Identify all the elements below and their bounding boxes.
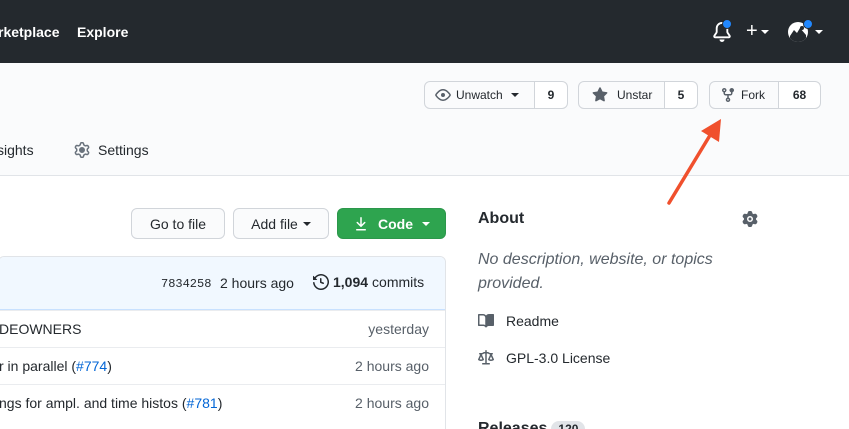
tab-insights[interactable]: sights — [0, 142, 34, 158]
file-commit-time[interactable]: 2 hours ago — [355, 395, 429, 411]
releases-heading[interactable]: Releases 120 — [478, 420, 586, 429]
commits-label: commits — [372, 274, 425, 290]
file-row[interactable]: r in parallel (#774) 2 hours ago — [0, 347, 445, 384]
watch-button-group: Unwatch 9 — [424, 81, 568, 109]
license-label: GPL-3.0 License — [506, 350, 611, 366]
tab-settings[interactable]: Settings — [74, 142, 149, 158]
chevron-down-icon — [510, 93, 519, 97]
releases-label: Releases — [478, 420, 548, 429]
history-icon — [313, 274, 329, 290]
book-icon — [478, 313, 494, 328]
annotation-arrow-icon — [667, 119, 721, 205]
fork-button-group: Fork 68 — [709, 81, 821, 109]
star-icon — [592, 87, 608, 102]
plus-icon: + — [746, 20, 758, 42]
nav-marketplace[interactable]: rketplace — [0, 24, 59, 40]
file-name[interactable]: DEOWNERS — [0, 321, 81, 337]
eye-icon — [435, 89, 451, 101]
code-label: Code — [378, 215, 413, 232]
about-heading: About — [478, 210, 525, 227]
about-description: No description, website, or topics provi… — [478, 251, 713, 292]
stargazers-count[interactable]: 5 — [665, 81, 698, 109]
global-header: rketplace Explore + — [0, 0, 849, 63]
pull-request-link[interactable]: #781 — [187, 395, 218, 411]
gear-icon — [74, 142, 90, 158]
commit-message-text: ngs for ampl. and time histos ( — [0, 395, 187, 411]
chevron-down-icon — [760, 29, 769, 34]
file-commit-message[interactable]: ngs for ampl. and time histos (#781) — [0, 395, 222, 411]
commit-message-suffix: ) — [107, 358, 112, 374]
commit-sha[interactable]: 7834258 — [161, 277, 211, 291]
readme-label: Readme — [506, 313, 559, 329]
file-commit-time[interactable]: yesterday — [368, 321, 429, 337]
repo-forked-icon — [722, 88, 734, 103]
file-list: 7834258 2 hours ago 1,094 commits DEOWNE… — [0, 256, 446, 429]
latest-commit-bar: 7834258 2 hours ago 1,094 commits — [0, 257, 445, 310]
unstar-label: Unstar — [617, 88, 653, 102]
commit-message-text: r in parallel ( — [0, 358, 77, 374]
edit-about-gear-icon[interactable] — [742, 211, 758, 230]
nav-explore[interactable]: Explore — [77, 24, 128, 40]
releases-count-badge: 120 — [551, 421, 586, 429]
code-button[interactable]: Code — [337, 208, 446, 239]
law-icon — [478, 350, 494, 365]
fork-button[interactable]: Fork — [709, 81, 779, 109]
add-file-label: Add file — [251, 215, 298, 232]
file-row[interactable]: ngs for ampl. and time histos (#781) 2 h… — [0, 384, 445, 421]
readme-link[interactable]: Readme — [478, 313, 559, 329]
fork-label: Fork — [741, 88, 765, 102]
go-to-file-button[interactable]: Go to file — [131, 208, 225, 239]
create-new-menu[interactable]: + — [746, 21, 769, 41]
unwatch-label: Unwatch — [456, 88, 503, 102]
watchers-count[interactable]: 9 — [535, 81, 568, 109]
avatar-status-dot — [803, 19, 813, 29]
chevron-down-icon — [422, 221, 430, 226]
commits-history-link[interactable]: 1,094 commits — [313, 274, 424, 290]
avatar-chevron-down-icon[interactable] — [815, 30, 823, 34]
tab-settings-label: Settings — [98, 142, 149, 158]
license-link[interactable]: GPL-3.0 License — [478, 350, 610, 366]
file-commit-message[interactable]: r in parallel (#774) — [0, 358, 112, 374]
tab-insights-label: sights — [0, 142, 34, 158]
star-button-group: Unstar 5 — [578, 81, 698, 109]
commit-time[interactable]: 2 hours ago — [220, 275, 294, 291]
add-file-button[interactable]: Add file — [233, 208, 329, 239]
forks-count[interactable]: 68 — [779, 81, 821, 109]
file-row[interactable]: DEOWNERS yesterday — [0, 310, 445, 347]
unstar-button[interactable]: Unstar — [578, 81, 665, 109]
pull-request-link[interactable]: #774 — [76, 358, 107, 374]
notification-indicator — [722, 19, 732, 29]
chevron-down-icon — [302, 221, 311, 226]
file-commit-time[interactable]: 2 hours ago — [355, 358, 429, 374]
download-icon — [356, 216, 366, 230]
commit-count: 1,094 — [333, 274, 369, 290]
unwatch-button[interactable]: Unwatch — [424, 81, 535, 109]
commit-message-suffix: ) — [217, 395, 223, 411]
